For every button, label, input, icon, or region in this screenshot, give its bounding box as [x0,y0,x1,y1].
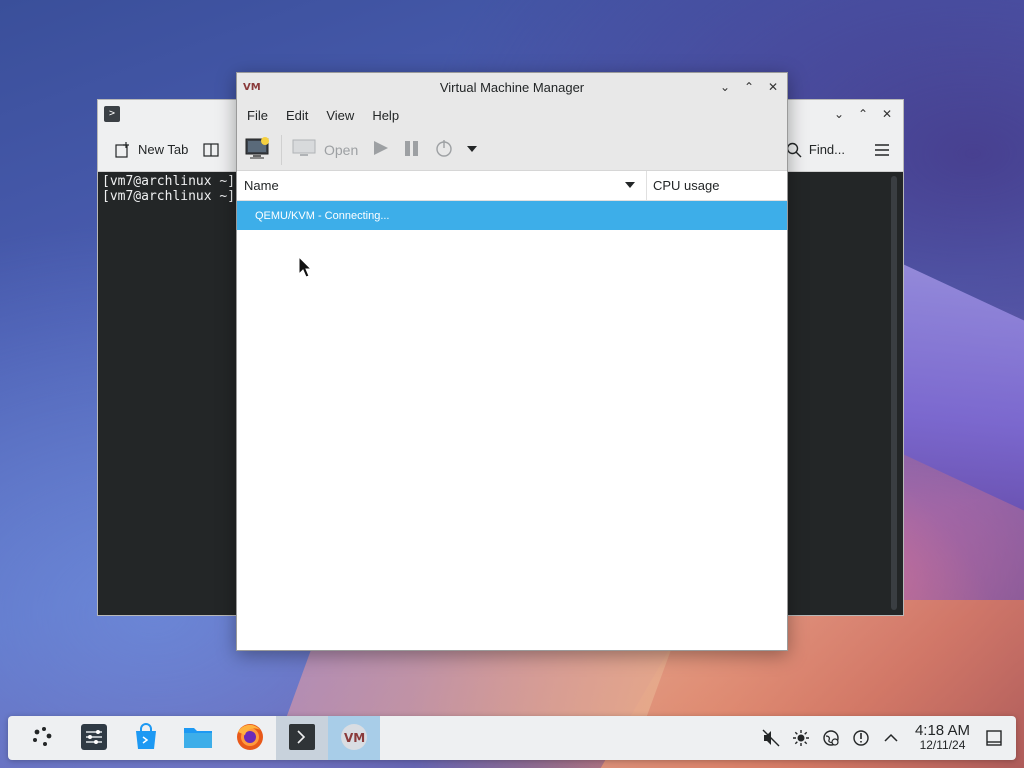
hamburger-menu-button[interactable] [873,141,891,159]
close-icon[interactable]: ✕ [879,106,895,122]
system-tray: 4:18 AM 12/11/24 [761,722,1008,752]
clock-date: 12/11/24 [919,738,966,752]
column-header-cpu[interactable]: CPU usage [647,171,787,200]
connection-label: QEMU/KVM - Connecting... [255,209,390,222]
new-vm-icon [245,136,271,163]
launcher-icon [29,724,55,753]
minimize-icon[interactable]: ⌄ [831,106,847,122]
window-title: Virtual Machine Manager [439,79,585,95]
menu-view[interactable]: View [320,108,360,123]
shutdown-button[interactable] [434,138,454,161]
monitor-icon [292,138,316,161]
maximize-icon[interactable]: ⌃ [855,106,871,122]
settings-icon [80,723,108,754]
run-button[interactable] [370,138,390,161]
vmm-toolbar: Open [237,129,787,171]
mouse-cursor-icon [298,255,313,278]
minimize-icon[interactable]: ⌄ [717,79,733,95]
task-file-manager[interactable] [172,716,224,760]
maximize-icon[interactable]: ⌃ [741,79,757,95]
column-name-label: Name [244,178,279,193]
new-vm-button[interactable] [245,136,271,163]
firefox-icon [235,722,265,755]
terminal-scrollbar[interactable] [891,176,897,610]
taskbar: VM 4:18 AM 12/11/24 [8,716,1016,760]
vmm-taskbar-icon: VM [339,722,369,755]
list-item[interactable]: QEMU/KVM - Connecting... [237,201,787,230]
vmm-titlebar[interactable]: VM Virtual Machine Manager ⌄ ⌃ ✕ [237,73,787,101]
pause-button[interactable] [402,138,422,161]
task-discover[interactable] [120,716,172,760]
list-header: Name CPU usage [237,171,787,201]
find-label: Find... [808,142,845,157]
menu-help[interactable]: Help [366,108,405,123]
clock-time: 4:18 AM [914,722,970,739]
chevron-up-icon[interactable] [881,728,901,748]
store-bag-icon [132,722,160,754]
volume-muted-icon[interactable] [761,728,781,748]
sort-dropdown-icon[interactable] [624,178,636,193]
task-konsole[interactable] [276,716,328,760]
app-launcher-button[interactable] [16,716,68,760]
task-firefox[interactable] [224,716,276,760]
task-system-settings[interactable] [68,716,120,760]
close-icon[interactable]: ✕ [765,79,781,95]
play-icon [370,138,390,161]
toolbar-separator [281,134,282,165]
network-icon[interactable] [821,728,841,748]
wallpaper-shape [285,640,675,720]
column-header-name[interactable]: Name [237,171,647,200]
vmm-window[interactable]: VM Virtual Machine Manager ⌄ ⌃ ✕ File Ed… [236,72,788,651]
shutdown-menu-button[interactable] [466,142,478,158]
menu-file[interactable]: File [241,108,274,123]
chevron-down-icon [466,142,478,158]
menu-edit[interactable]: Edit [280,108,314,123]
updates-icon[interactable] [851,728,871,748]
power-icon [434,138,454,161]
menubar: File Edit View Help [237,101,787,129]
find-button[interactable]: Find... [785,141,845,159]
column-cpu-label: CPU usage [653,178,720,193]
split-view-icon [202,141,220,159]
open-button[interactable]: Open [292,138,358,161]
hamburger-menu-icon [873,141,891,159]
show-desktop-icon[interactable] [984,728,1004,748]
digital-clock[interactable]: 4:18 AM 12/11/24 [914,722,970,752]
brightness-icon[interactable] [791,728,811,748]
folder-icon [183,724,213,753]
terminal-icon [288,723,316,754]
new-tab-button[interactable]: New Tab [114,141,188,159]
terminal-app-icon: > [104,106,120,122]
pause-icon [402,138,422,161]
open-label: Open [324,141,359,158]
new-tab-label: New Tab [138,142,189,157]
svg-text:VM: VM [344,731,365,745]
task-virt-manager[interactable]: VM [328,716,380,760]
split-view-button[interactable] [202,141,220,159]
new-tab-icon [114,141,132,159]
